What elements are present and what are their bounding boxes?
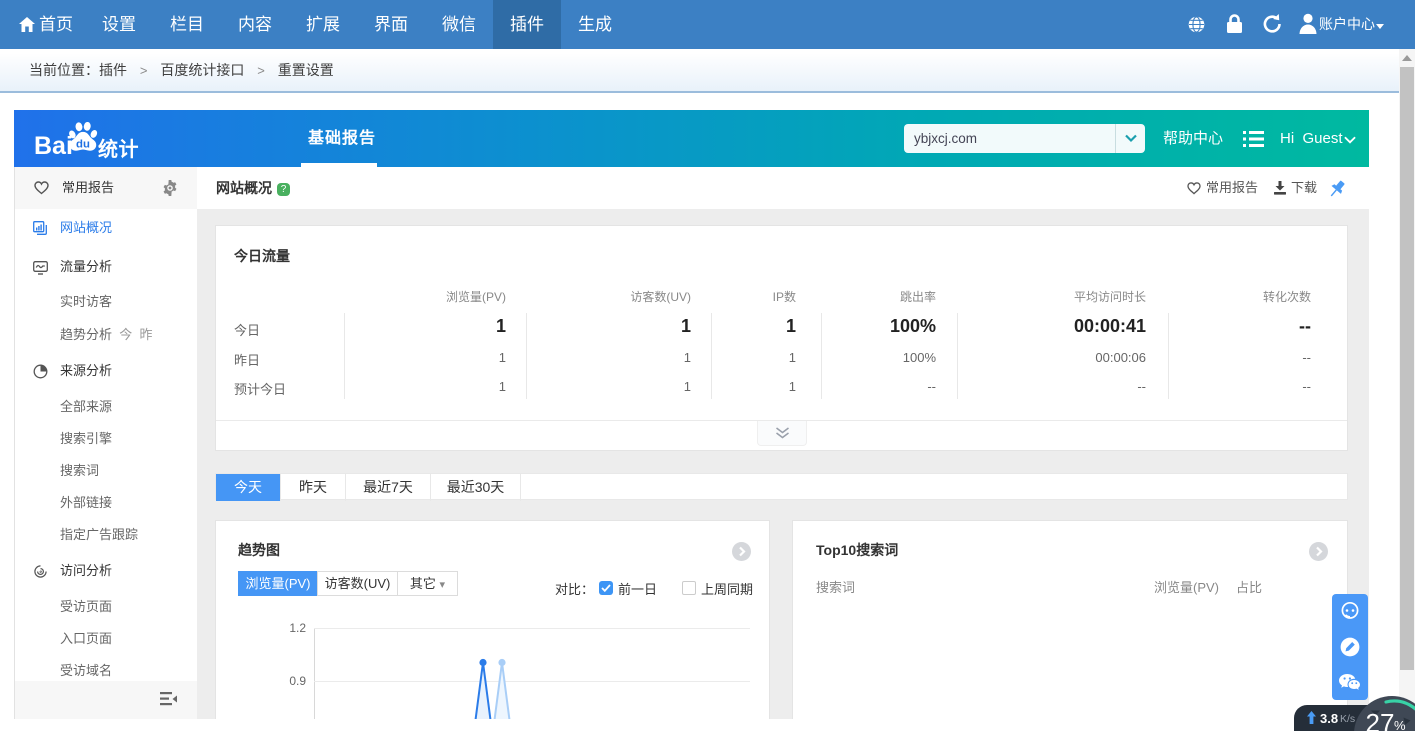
svg-text:27: 27 [1366, 708, 1395, 731]
svg-text:du: du [76, 138, 90, 150]
svg-text:%: % [1394, 718, 1406, 731]
